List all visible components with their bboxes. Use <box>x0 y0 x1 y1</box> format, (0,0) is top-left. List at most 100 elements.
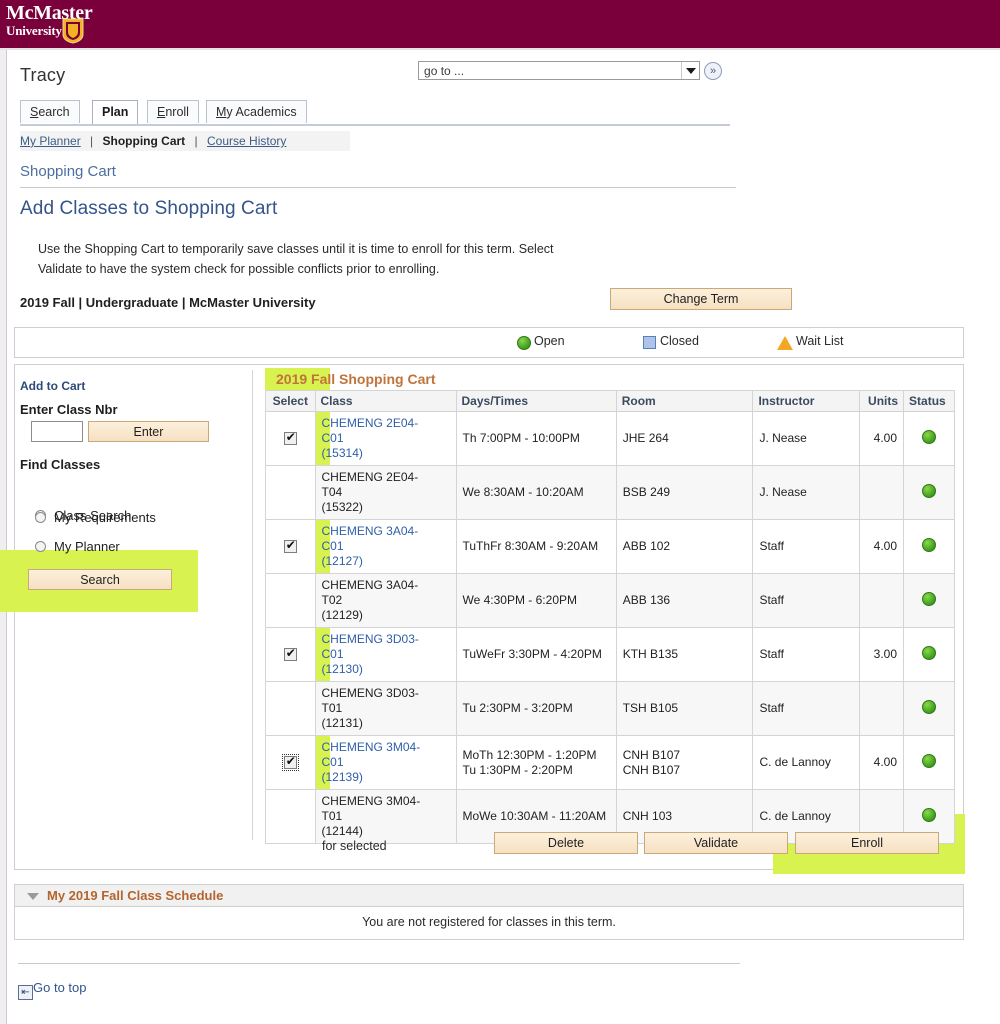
instruction-line-2: Validate to have the system check for po… <box>38 262 439 276</box>
class-schedule-message: You are not registered for classes in th… <box>15 915 963 929</box>
column-header-select: Select <box>266 391 316 412</box>
instructor-cell: Staff <box>753 520 860 574</box>
cart-title: 2019 Fall Shopping Cart <box>276 371 435 387</box>
class-cell: CHEMENG 3A04-C01(12127) <box>315 520 456 574</box>
green-circle-icon <box>517 336 531 350</box>
row-select-checkbox[interactable] <box>284 648 297 661</box>
status-open-icon <box>922 646 936 660</box>
column-header-status: Status <box>904 391 955 412</box>
tab-search[interactable]: Search <box>20 100 80 123</box>
class-link[interactable]: C01 <box>322 431 450 446</box>
delete-button[interactable]: Delete <box>494 832 638 854</box>
instructor-cell: J. Nease <box>753 466 860 520</box>
class-text: (12129) <box>322 608 450 623</box>
class-text: T01 <box>322 701 450 716</box>
column-header-class: Class <box>315 391 456 412</box>
radio-button-icon-my-requirements[interactable] <box>35 512 46 523</box>
status-cell <box>904 628 955 682</box>
days-times-cell: TuWeFr 3:30PM - 4:20PM <box>456 628 616 682</box>
validate-button[interactable]: Validate <box>644 832 788 854</box>
class-schedule-header[interactable]: My 2019 Fall Class Schedule <box>14 884 964 907</box>
table-body: CHEMENG 2E04-C01(15314)Th 7:00PM - 10:00… <box>266 412 955 844</box>
class-nbr-input[interactable] <box>31 421 83 442</box>
instructor-cell: Staff <box>753 628 860 682</box>
instruction-line-1: Use the Shopping Cart to temporarily sav… <box>38 242 554 256</box>
radio-my-planner[interactable]: My Planner <box>35 539 120 554</box>
tab-my-academics[interactable]: My Academics <box>206 100 307 123</box>
class-link[interactable]: C01 <box>322 755 450 770</box>
class-cell: CHEMENG 3D03-C01(12130) <box>315 628 456 682</box>
subnav-item-my-planner[interactable]: My Planner <box>20 134 81 148</box>
change-term-button[interactable]: Change Term <box>610 288 792 310</box>
status-open-icon <box>922 538 936 552</box>
caret-down-icon[interactable] <box>27 893 39 900</box>
class-text: CHEMENG 3M04- <box>322 794 450 809</box>
class-text: CHEMENG 2E04- <box>322 470 450 485</box>
instructor-cell: J. Nease <box>753 412 860 466</box>
instructor-cell: Staff <box>753 682 860 736</box>
tab-plan[interactable]: Plan <box>92 100 138 124</box>
row-select-checkbox[interactable] <box>284 756 297 769</box>
class-link[interactable]: (12127) <box>322 554 450 569</box>
select-cell <box>266 466 316 520</box>
class-link[interactable]: C01 <box>322 647 450 662</box>
class-link[interactable]: CHEMENG 3D03- <box>322 632 450 647</box>
row-select-checkbox[interactable] <box>284 432 297 445</box>
class-link[interactable]: (12139) <box>322 770 450 785</box>
go-button[interactable]: » <box>704 62 722 80</box>
brand-bar: McMaster University <box>0 0 1000 48</box>
enter-button[interactable]: Enter <box>88 421 209 442</box>
add-to-cart-label: Add to Cart <box>20 379 85 393</box>
main-tabs: Search Plan Enroll My Academics <box>20 100 730 124</box>
status-open-icon <box>922 754 936 768</box>
radio-label-my-requirements: My Requirements <box>54 510 156 525</box>
table-row: CHEMENG 2E04-C01(15314)Th 7:00PM - 10:00… <box>266 412 955 466</box>
select-cell <box>266 412 316 466</box>
column-header-days-times: Days/Times <box>456 391 616 412</box>
chevron-down-icon <box>686 68 696 74</box>
select-cell <box>266 628 316 682</box>
select-cell <box>266 520 316 574</box>
table-header-row: Select Class Days/Times Room Instructor … <box>266 391 955 412</box>
subnav-item-course-history[interactable]: Course History <box>207 134 286 148</box>
goto-dropdown[interactable]: go to ... <box>418 61 700 80</box>
subnav-item-shopping-cart[interactable]: Shopping Cart <box>103 134 186 148</box>
left-rail <box>0 50 7 1024</box>
status-legend: Open Closed Wait List <box>14 327 964 358</box>
go-to-top-link[interactable]: ⇤Go to top <box>18 980 86 1000</box>
tab-enroll[interactable]: Enroll <box>147 100 199 123</box>
status-open-icon <box>922 700 936 714</box>
status-cell <box>904 682 955 736</box>
go-to-top-icon[interactable]: ⇤ <box>18 985 33 1000</box>
subnav-separator-2: | <box>189 134 204 148</box>
table-row: CHEMENG 3D03-C01(12130)TuWeFr 3:30PM - 4… <box>266 628 955 682</box>
class-link[interactable]: CHEMENG 3M04- <box>322 740 450 755</box>
status-open-icon <box>922 592 936 606</box>
row-select-checkbox[interactable] <box>284 540 297 553</box>
panel-divider <box>252 370 253 840</box>
days-times-cell: Th 7:00PM - 10:00PM <box>456 412 616 466</box>
days-times-cell: We 8:30AM - 10:20AM <box>456 466 616 520</box>
class-text: T02 <box>322 593 450 608</box>
radio-button-icon-my-planner[interactable] <box>35 541 46 552</box>
column-header-instructor: Instructor <box>753 391 860 412</box>
class-link[interactable]: (12130) <box>322 662 450 677</box>
status-cell <box>904 466 955 520</box>
class-cell: CHEMENG 2E04-C01(15314) <box>315 412 456 466</box>
search-button[interactable]: Search <box>28 569 172 590</box>
status-open-icon <box>922 808 936 822</box>
column-header-room: Room <box>616 391 753 412</box>
class-link[interactable]: C01 <box>322 539 450 554</box>
class-text: (15322) <box>322 500 450 515</box>
radio-my-requirements[interactable]: My Requirements <box>35 510 156 525</box>
class-link[interactable]: CHEMENG 2E04- <box>322 416 450 431</box>
units-cell: 3.00 <box>860 628 904 682</box>
class-link[interactable]: (15314) <box>322 446 450 461</box>
instructor-cell: C. de Lannoy <box>753 736 860 790</box>
enroll-button[interactable]: Enroll <box>795 832 939 854</box>
room-cell: JHE 264 <box>616 412 753 466</box>
table-row: CHEMENG 3D03-T01(12131)Tu 2:30PM - 3:20P… <box>266 682 955 736</box>
class-link[interactable]: CHEMENG 3A04- <box>322 524 450 539</box>
units-cell: 4.00 <box>860 520 904 574</box>
enter-class-nbr-label: Enter Class Nbr <box>20 402 118 417</box>
